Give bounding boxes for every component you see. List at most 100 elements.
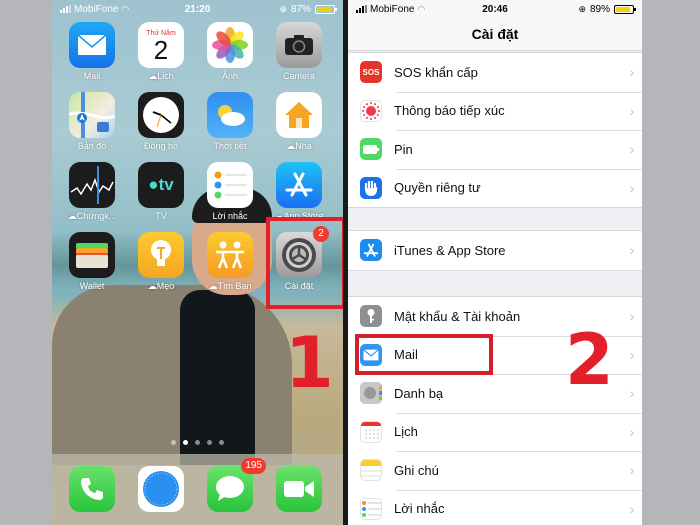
app-maps[interactable]: Bản đồ (64, 92, 120, 151)
app-store-icon (360, 239, 382, 262)
app-tips[interactable]: ☁Mẹo (133, 232, 189, 292)
chevron-right-icon: › (629, 462, 635, 479)
chevron-right-icon: › (629, 179, 635, 196)
dock-messages[interactable]: 195 (202, 458, 266, 512)
find-friends-icon (207, 232, 253, 278)
app-clock[interactable]: Đồng hồ (133, 92, 189, 151)
app-wallet[interactable]: Wallet (64, 232, 120, 291)
calendar-icon: Thứ Năm 2 (138, 22, 184, 68)
wifi-icon: ◠ (417, 3, 426, 14)
chevron-right-icon: › (629, 308, 635, 325)
sos-icon: SOS (360, 61, 382, 84)
app-label: Wallet (79, 281, 105, 291)
settings-group: SOS SOS khẩn cấp › Thông báo tiếp xúc › Pin › Q… (348, 52, 642, 208)
app-label: Ảnh (221, 71, 238, 81)
app-home[interactable]: ☁Nhà (271, 92, 327, 152)
dock-phone[interactable] (64, 466, 120, 512)
app-label: TV (155, 211, 167, 221)
battery-percent: 87% (291, 3, 312, 15)
app-label: Mail (83, 71, 101, 81)
app-label: Lời nhắc (212, 211, 248, 221)
settings-row-notes[interactable]: Ghi chú › (348, 451, 642, 490)
settings-row-exposure-notification[interactable]: Thông báo tiếp xúc › (348, 91, 642, 131)
stocks-icon (69, 162, 115, 208)
app-camera[interactable]: Camera (271, 22, 327, 81)
contacts-icon (360, 382, 382, 405)
settings-screen: MobiFone ◠ 20:46 ⊕ 89% Cài đặt SOS SOS khẩn… (348, 0, 642, 525)
settings-row-label: Thông báo tiếp xúc (394, 103, 505, 119)
photos-icon (207, 22, 253, 68)
app-tv[interactable]: ●tv TV (133, 162, 189, 221)
notes-icon (360, 459, 382, 482)
dock-facetime[interactable] (271, 466, 327, 512)
chevron-right-icon: › (629, 242, 635, 259)
safari-icon (138, 466, 184, 512)
page-dot[interactable] (183, 440, 188, 445)
app-label: ☁Nhà (286, 141, 312, 151)
app-label: Camera (282, 71, 315, 81)
app-photos[interactable]: Ảnh (202, 22, 258, 81)
facetime-icon (276, 466, 322, 512)
wallpaper-person-jacket (52, 285, 292, 465)
app-calendar[interactable]: Thứ Năm 2 ☁Lịch (133, 22, 189, 82)
settings-row-privacy-hand[interactable]: Quyền riêng tư › (348, 168, 642, 208)
app-find-friends[interactable]: ☁Tìm Bạn (202, 232, 258, 292)
settings-row-app-store[interactable]: iTunes & App Store › (348, 231, 642, 270)
page-indicator[interactable] (52, 440, 343, 445)
step-number-1: 1 (285, 322, 334, 404)
settings-row-battery[interactable]: Pin › (348, 130, 642, 169)
notification-badge: 195 (241, 458, 266, 474)
key-icon (360, 305, 382, 328)
chevron-right-icon: › (629, 346, 635, 363)
settings-row-label: Ghi chú (394, 462, 439, 478)
page-title: Cài đặt (348, 18, 642, 51)
settings-row-label: Lịch (394, 424, 418, 440)
app-label: ☁Lịch (148, 71, 174, 81)
app-mail[interactable]: Mail (64, 22, 120, 81)
chevron-right-icon: › (629, 423, 635, 440)
weather-icon (207, 92, 253, 138)
chevron-right-icon: › (629, 102, 635, 119)
dock: 195 (52, 454, 343, 525)
chevron-right-icon: › (629, 64, 635, 81)
settings-row-calendar[interactable]: Lịch › (348, 412, 642, 452)
app-label: ☁Tìm Bạn (208, 281, 252, 291)
settings-row-sos[interactable]: SOS SOS khẩn cấp › (348, 53, 642, 92)
exposure-notification-icon (360, 99, 382, 122)
app-stocks[interactable]: ☁Chứngk... (64, 162, 120, 222)
status-bar: MobiFone ◠ 20:46 ⊕ 89% (348, 0, 642, 18)
wallpaper-person-shirt (180, 290, 255, 465)
mail-icon (69, 22, 115, 68)
battery-percent: 89% (590, 3, 611, 15)
app-reminders[interactable]: Lời nhắc (202, 162, 258, 221)
page-dot[interactable] (195, 440, 200, 445)
step-number-2: 2 (565, 319, 614, 401)
page-dot[interactable] (171, 440, 176, 445)
page-dot[interactable] (207, 440, 212, 445)
app-store-icon (276, 162, 322, 208)
wifi-icon: ◠ (121, 3, 130, 14)
reminders-icon (360, 497, 382, 520)
orientation-lock-icon: ⊕ (279, 3, 287, 14)
page-dot[interactable] (219, 440, 224, 445)
app-weather[interactable]: Thời tiết (202, 92, 258, 151)
phone-icon (69, 466, 115, 512)
app-app-store[interactable]: ☁App Store (271, 162, 327, 222)
calendar-icon (360, 420, 382, 443)
tips-icon (138, 232, 184, 278)
battery-icon (360, 138, 382, 161)
highlight-settings-app (266, 217, 346, 309)
settings-row-reminders[interactable]: Lời nhắc › (348, 489, 642, 525)
clock: 21:20 (184, 3, 211, 15)
dock-safari[interactable] (133, 466, 189, 512)
chevron-right-icon: › (629, 141, 635, 158)
battery-icon (315, 4, 338, 14)
clock: 20:46 (482, 3, 508, 15)
chevron-right-icon: › (629, 385, 635, 402)
chevron-right-icon: › (629, 500, 635, 517)
app-label: ☁Chứngk... (67, 211, 117, 221)
settings-row-label: iTunes & App Store (394, 242, 506, 258)
signal-icon (60, 5, 71, 13)
status-bar: MobiFone ◠ 21:20 ⊕ 87% (52, 0, 343, 18)
battery-icon (614, 4, 637, 14)
